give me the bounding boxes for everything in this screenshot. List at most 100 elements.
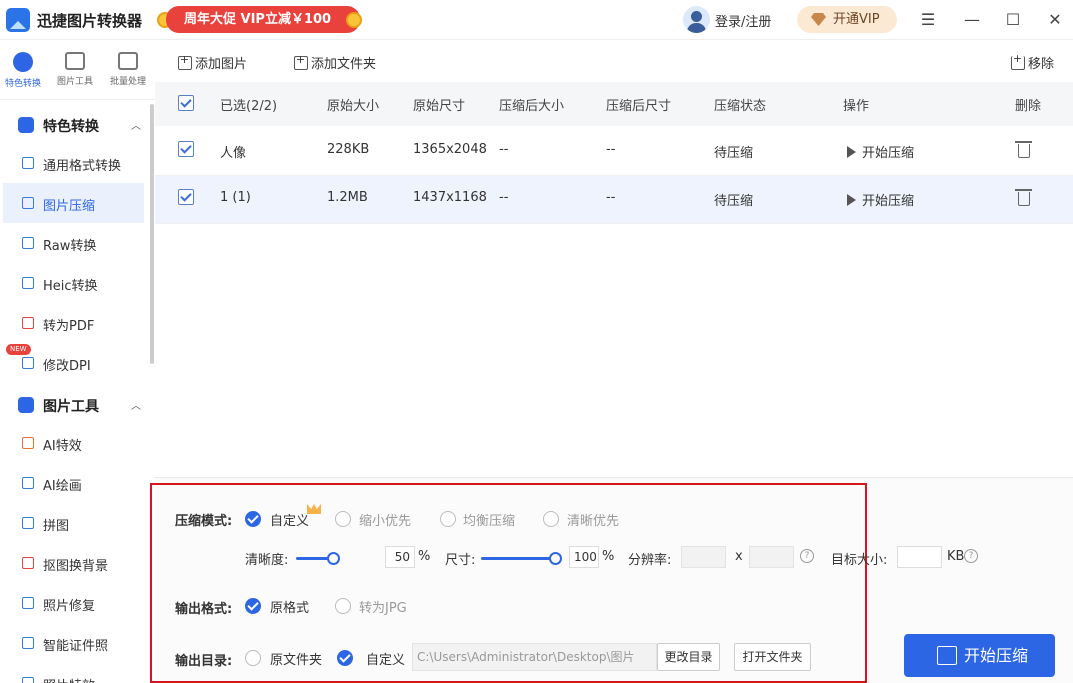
tab-image-tools[interactable]: 图片工具 — [52, 52, 98, 87]
trash-icon[interactable] — [1015, 141, 1032, 158]
app-logo-icon — [6, 8, 30, 32]
size-input[interactable]: 100 — [569, 546, 599, 568]
help-icon[interactable]: ? — [964, 549, 978, 563]
row-checkbox[interactable] — [178, 141, 194, 157]
sidebar-item-repair[interactable]: 照片修复 — [3, 583, 144, 623]
mode-balanced-label[interactable]: 均衡压缩 — [463, 510, 515, 529]
resolution-width-input[interactable] — [681, 546, 726, 568]
sidebar-item-dpi[interactable]: NEW 修改DPI — [3, 343, 144, 383]
tab-special-convert[interactable]: 特色转换 — [0, 52, 46, 89]
mode-smaller-label[interactable]: 缩小优先 — [359, 510, 411, 529]
add-folder-label: 添加文件夹 — [311, 57, 377, 72]
tab-batch[interactable]: 批量处理 — [105, 52, 151, 87]
clarity-label: 清晰度: — [245, 553, 289, 568]
sidebar-item-id-photo[interactable]: 智能证件照 — [3, 623, 144, 663]
header-selected: 已选(2/2) — [220, 99, 278, 114]
resolution-x: x — [735, 549, 743, 564]
add-image-icon — [178, 53, 192, 70]
dir-original-label[interactable]: 原文件夹 — [270, 649, 322, 668]
mode-custom-label[interactable]: 自定义 — [270, 510, 309, 529]
sidebar-item-compress[interactable]: 图片压缩 — [3, 183, 144, 223]
table-row[interactable]: 1 (1) 1.2MB 1437x1168 -- -- 待压缩 开始压缩 — [155, 176, 1073, 224]
diamond-icon — [811, 13, 826, 26]
start-compress-label: 开始压缩 — [964, 646, 1029, 665]
close-button[interactable]: ✕ — [1045, 10, 1065, 30]
resolution-label: 分辨率: — [628, 553, 672, 568]
dir-path-input[interactable]: C:\Users\Administrator\Desktop\图片 — [412, 643, 657, 671]
sidebar: 特色转换 ︿ 通用格式转换 图片压缩 Raw转换 Heic转换 转为PDF NEW… — [0, 101, 155, 683]
login-link[interactable]: 登录/注册 — [715, 11, 771, 30]
dir-original-radio[interactable] — [245, 650, 261, 666]
dir-custom-radio[interactable] — [337, 650, 353, 666]
format-jpg-label[interactable]: 转为JPG — [359, 597, 407, 616]
mode-smaller-radio[interactable] — [335, 511, 351, 527]
trash-icon[interactable] — [1015, 189, 1032, 206]
format-jpg-radio[interactable] — [335, 598, 351, 614]
select-all-checkbox[interactable] — [178, 95, 194, 111]
sidebar-item-label: 抠图换背景 — [43, 559, 109, 574]
vip-button[interactable]: 开通VIP — [797, 6, 897, 33]
original-size: 228KB — [327, 142, 370, 157]
mode-balanced-radio[interactable] — [440, 511, 456, 527]
sidebar-item-heic[interactable]: Heic转换 — [3, 263, 144, 303]
resolution-height-input[interactable] — [749, 546, 794, 568]
clarity-slider-handle[interactable] — [327, 552, 340, 565]
sidebar-item-label: 修改DPI — [43, 359, 91, 374]
table-row[interactable]: 人像 228KB 1365x2048 -- -- 待压缩 开始压缩 — [155, 128, 1073, 176]
mode-clarity-label[interactable]: 清晰优先 — [567, 510, 619, 529]
sidebar-item-pdf[interactable]: 转为PDF — [3, 303, 144, 343]
header-status: 压缩状态 — [714, 99, 767, 114]
repair-icon — [22, 597, 34, 609]
sidebar-item-collage[interactable]: 拼图 — [3, 503, 144, 543]
start-compress-button[interactable]: 开始压缩 — [904, 634, 1055, 677]
start-compress-link[interactable]: 开始压缩 — [847, 142, 914, 161]
size-slider[interactable] — [481, 557, 555, 560]
target-size-input[interactable] — [897, 546, 942, 568]
sidebar-item-ai-effect[interactable]: AI特效 — [3, 423, 144, 463]
collage-icon — [22, 517, 34, 529]
mode-custom-radio[interactable] — [245, 511, 261, 527]
minimize-button[interactable]: — — [962, 10, 982, 30]
help-icon[interactable]: ? — [800, 549, 814, 563]
clarity-input[interactable]: 50 — [385, 546, 415, 568]
format-original-label[interactable]: 原格式 — [270, 597, 309, 616]
trash-icon — [1011, 52, 1025, 70]
menu-icon[interactable]: ☰ — [918, 10, 938, 30]
header-compressed-dims: 压缩后尺寸 — [606, 99, 672, 114]
sidebar-item-label: AI绘画 — [43, 479, 82, 494]
sidebar-section-special[interactable]: 特色转换 ︿ — [0, 104, 150, 144]
icon-tabs: 特色转换 图片工具 批量处理 — [0, 40, 155, 100]
section-label: 特色转换 — [43, 119, 99, 135]
sidebar-scrollbar[interactable] — [150, 104, 154, 364]
special-convert-icon — [13, 52, 33, 72]
header-action: 操作 — [843, 99, 870, 114]
sidebar-item-ai-paint[interactable]: AI绘画 — [3, 463, 144, 503]
compress-status: 待压缩 — [714, 146, 754, 161]
image-tools-icon — [65, 52, 85, 70]
add-folder-button[interactable]: 添加文件夹 — [294, 53, 376, 72]
raw-icon — [22, 237, 34, 249]
sidebar-section-tools[interactable]: 图片工具 ︿ — [0, 384, 150, 424]
compress-status: 待压缩 — [714, 194, 754, 209]
change-dir-button[interactable]: 更改目录 — [657, 643, 720, 671]
avatar[interactable] — [683, 6, 710, 33]
mode-clarity-radio[interactable] — [543, 511, 559, 527]
open-folder-button[interactable]: 打开文件夹 — [734, 643, 811, 671]
start-compress-link[interactable]: 开始压缩 — [847, 190, 914, 209]
dir-custom-label[interactable]: 自定义 — [366, 649, 405, 668]
add-image-button[interactable]: 添加图片 — [178, 53, 247, 72]
sidebar-item-raw[interactable]: Raw转换 — [3, 223, 144, 263]
dpi-icon — [22, 357, 34, 369]
sidebar-item-cutout[interactable]: 抠图换背景 — [3, 543, 144, 583]
size-slider-handle[interactable] — [549, 552, 562, 565]
promo-banner[interactable]: 周年大促 VIP立减￥100 — [166, 6, 360, 33]
table-header: 已选(2/2) 原始大小 原始尺寸 压缩后大小 压缩后尺寸 压缩状态 操作 删除 — [155, 82, 1073, 126]
row-checkbox[interactable] — [178, 189, 194, 205]
play-icon — [847, 146, 856, 158]
sidebar-item-photo-effect[interactable]: 照片特效 — [3, 663, 144, 683]
format-original-radio[interactable] — [245, 598, 261, 614]
size-label: 尺寸: — [445, 553, 476, 568]
remove-button[interactable]: 移除 — [1011, 52, 1054, 72]
sidebar-item-general-convert[interactable]: 通用格式转换 — [3, 143, 144, 183]
maximize-button[interactable]: ☐ — [1003, 10, 1023, 30]
